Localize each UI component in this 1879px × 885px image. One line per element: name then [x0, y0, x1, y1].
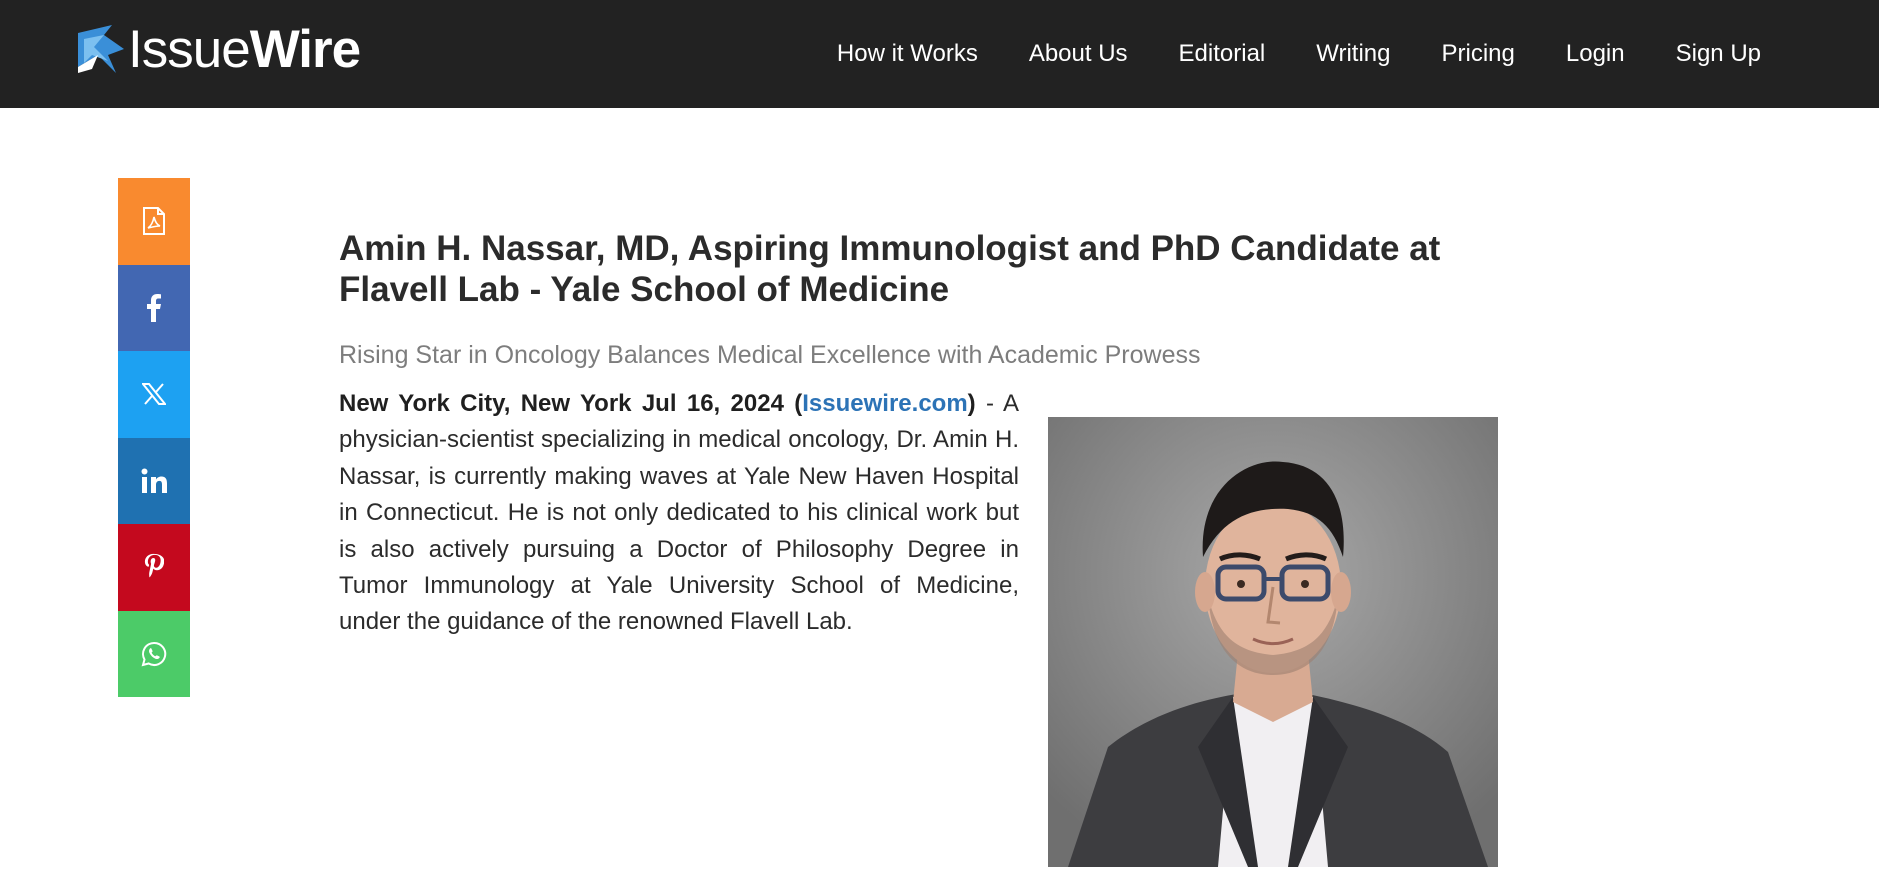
logo-mark-icon	[78, 25, 124, 73]
share-whatsapp-button[interactable]	[118, 610, 190, 697]
issuewire-logo[interactable]: IssueWire	[78, 20, 361, 79]
article-body-text: - A physician-scientist specializing in …	[339, 390, 1020, 636]
main-nav: How it Works About Us Editorial Writing …	[837, 0, 1761, 108]
article-subtitle: Rising Star in Oncology Balances Medical…	[339, 341, 1201, 369]
nav-login[interactable]: Login	[1566, 40, 1625, 68]
pinterest-icon	[144, 554, 164, 578]
nav-pricing[interactable]: Pricing	[1442, 40, 1515, 68]
portrait-photo	[1048, 417, 1498, 867]
share-bar	[118, 178, 190, 697]
dateline: New York City, New York Jul 16, 2024 (Is…	[339, 390, 976, 417]
site-header: IssueWire How it Works About Us Editoria…	[0, 0, 1879, 108]
share-pdf-button[interactable]	[118, 178, 190, 265]
nav-about-us[interactable]: About Us	[1029, 40, 1128, 68]
share-pinterest-button[interactable]	[118, 524, 190, 611]
source-link[interactable]: Issuewire.com	[802, 390, 967, 417]
linkedin-icon	[141, 468, 167, 493]
nav-editorial[interactable]: Editorial	[1179, 40, 1266, 68]
share-facebook-button[interactable]	[118, 264, 190, 351]
share-x-button[interactable]	[118, 351, 190, 438]
nav-sign-up[interactable]: Sign Up	[1676, 40, 1761, 68]
share-linkedin-button[interactable]	[118, 437, 190, 524]
facebook-icon	[147, 293, 161, 322]
portrait-image	[1048, 417, 1498, 867]
whatsapp-icon	[141, 641, 167, 667]
nav-how-it-works[interactable]: How it Works	[837, 40, 978, 68]
pdf-icon	[143, 207, 165, 236]
logo-text: IssueWire	[128, 20, 361, 79]
x-icon	[142, 383, 166, 406]
article-body: New York City, New York Jul 16, 2024 (Is…	[339, 386, 1019, 641]
nav-writing[interactable]: Writing	[1316, 40, 1390, 68]
article-title: Amin H. Nassar, MD, Aspiring Immunologis…	[339, 229, 1441, 309]
